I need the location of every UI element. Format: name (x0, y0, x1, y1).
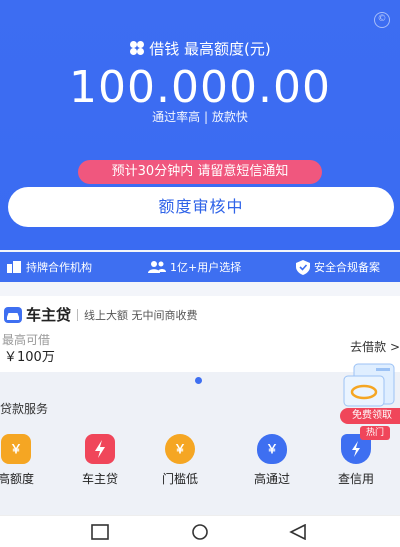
service-label: 查信用 (337, 472, 374, 486)
hero-banner: © 借钱 最高额度(元) 100.000.00 通过率高 | 放款快 预计30分… (0, 0, 400, 250)
service-label: 高通过 (253, 472, 290, 486)
feature-label: 安全合规备案 (314, 261, 380, 274)
credit-review-button[interactable]: 额度审核中 (8, 187, 394, 227)
yen-icon: ￥ (165, 434, 195, 464)
service-label: 门槛低 (161, 472, 198, 486)
car-icon (4, 306, 22, 323)
building-icon (7, 261, 21, 273)
feature-bar: 持牌合作机构 1亿+用户选择 安全合规备案 (0, 252, 400, 282)
section-title: 贷款服务 (0, 402, 49, 416)
hot-badge: 热门 (360, 426, 390, 440)
carousel-indicator (195, 377, 202, 384)
service-high-approval[interactable]: ￥ 高通过 (240, 434, 304, 487)
service-car-loan[interactable]: 车主贷 (68, 434, 132, 487)
feature-users: 1亿+用户选择 (148, 259, 241, 275)
service-high-limit[interactable]: ￥ 高额度 (0, 434, 48, 487)
promo-badge: 免费领取 (340, 408, 400, 424)
promo-float-widget[interactable]: 免费领取 热门 (340, 360, 400, 444)
copyright-icon: © (374, 12, 390, 28)
hero-title: 借钱 最高额度(元) (0, 38, 400, 59)
users-icon (148, 261, 166, 273)
card-header: 车主贷 线上大额 无中间商收费 (4, 304, 198, 325)
feature-licensed: 持牌合作机构 (6, 259, 92, 275)
money-bag-icon: ￥ (257, 434, 287, 464)
card-title: 车主贷 (26, 306, 72, 324)
hero-subtitle: 通过率高 | 放款快 (152, 110, 248, 124)
feature-label: 1亿+用户选择 (170, 261, 242, 274)
divider (77, 308, 79, 321)
lightning-icon (85, 434, 115, 464)
service-low-threshold[interactable]: ￥ 门槛低 (148, 434, 212, 487)
back-icon[interactable] (289, 524, 307, 540)
borrow-link[interactable]: 去借款 > (350, 338, 400, 355)
service-label: 高额度 (0, 472, 34, 486)
credit-amount: 100.000.00 (69, 62, 331, 113)
coupon-icon (343, 363, 395, 407)
card-description: 线上大额 无中间商收费 (84, 308, 198, 322)
sms-notice-badge: 预计30分钟内 请留意短信通知 (78, 160, 322, 184)
service-label: 车主贷 (81, 472, 118, 486)
home-icon[interactable] (190, 524, 210, 540)
system-nav-bar (0, 515, 400, 547)
recents-icon[interactable] (91, 524, 109, 540)
feature-label: 持牌合作机构 (26, 261, 92, 274)
feature-security: 安全合规备案 (296, 259, 380, 275)
limit-value: ￥100万 (4, 350, 55, 365)
hero-title-text: 借钱 最高额度(元) (149, 40, 271, 58)
yen-icon: ￥ (1, 434, 31, 464)
app-logo-icon (130, 41, 145, 55)
shield-icon (296, 259, 310, 275)
